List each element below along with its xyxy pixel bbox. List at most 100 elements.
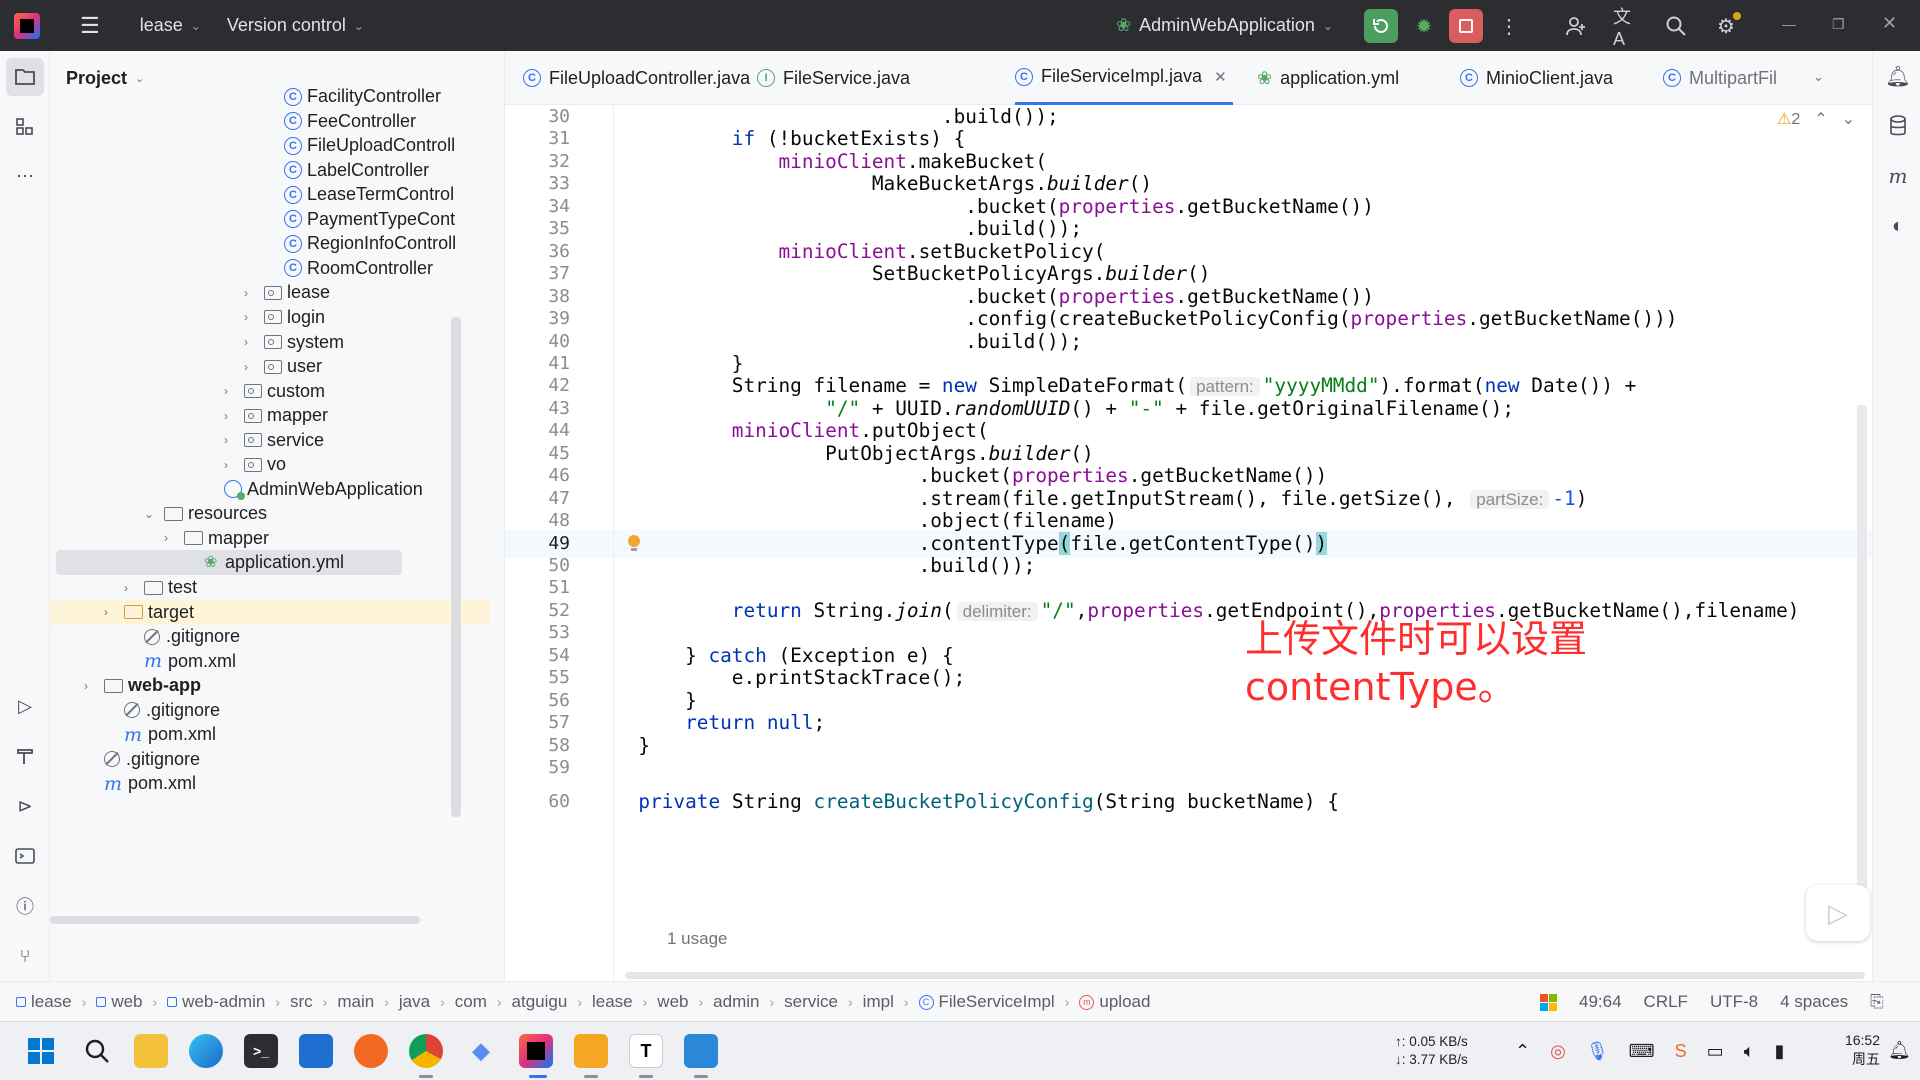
feishu-icon[interactable]: ◆ — [464, 1034, 498, 1068]
tree-item[interactable]: m pom.xml — [50, 771, 490, 796]
chevron-right-icon[interactable]: › — [244, 286, 258, 300]
breadcrumb-item[interactable]: src › — [290, 992, 337, 1012]
tree-item[interactable]: C FileUploadControll — [50, 133, 490, 158]
notification-icon[interactable]: 🔔︎ — [1888, 1040, 1911, 1061]
editor-horizontal-scrollbar[interactable] — [625, 972, 1865, 979]
typora-icon[interactable]: T — [629, 1034, 663, 1068]
tree-item[interactable]: › lease — [50, 280, 490, 305]
main-menu-icon[interactable]: ☰ — [80, 13, 100, 39]
tree-item[interactable]: › test — [50, 575, 490, 600]
project-scrollbar[interactable] — [451, 317, 461, 817]
debug-icon[interactable]: ✹ — [1411, 13, 1437, 39]
tree-item[interactable]: › login — [50, 305, 490, 330]
inspection-widget[interactable]: ⚠2 ⌃ ⌄ — [1777, 109, 1855, 129]
sogou-icon[interactable]: S — [1675, 1041, 1687, 1062]
structure-tool-icon[interactable] — [12, 114, 38, 140]
play-overlay-button[interactable]: ▷ — [1806, 885, 1870, 941]
chevron-right-icon[interactable]: › — [244, 360, 258, 374]
breadcrumb-item[interactable]: java › — [399, 992, 455, 1012]
breadcrumb-item[interactable]: main › — [337, 992, 399, 1012]
intention-bulb-icon[interactable] — [627, 534, 641, 553]
close-tab-icon[interactable]: ✕ — [1214, 68, 1227, 86]
file-explorer-icon[interactable] — [134, 1034, 168, 1068]
tree-item[interactable]: › mapper — [50, 403, 490, 428]
tab-fileservice[interactable]: I FileService.java — [757, 51, 910, 105]
battery-icon[interactable]: ▮ — [1775, 1041, 1785, 1062]
tree-item[interactable]: .gitignore — [50, 698, 490, 723]
problems-tool-icon[interactable]: ⓘ — [12, 893, 38, 919]
tree-item[interactable]: › web-app — [50, 673, 490, 698]
chevron-right-icon[interactable]: › — [224, 458, 238, 472]
indent-setting[interactable]: 4 spaces — [1780, 992, 1848, 1012]
tree-item[interactable]: m pom.xml — [50, 722, 490, 747]
tab-fileserviceimpl[interactable]: C FileServiceImpl.java ✕ — [1015, 51, 1233, 105]
chevron-right-icon[interactable]: › — [244, 310, 258, 324]
tab-application-yml[interactable]: ❀ application.yml — [1257, 51, 1399, 105]
chevron-up-icon[interactable]: ⌃ — [1515, 1041, 1530, 1062]
restore-icon[interactable]: ❐ — [1832, 16, 1845, 33]
git-tool-icon[interactable]: ⑂ — [12, 943, 38, 969]
chrome-icon[interactable] — [409, 1034, 443, 1068]
tree-item[interactable]: .gitignore — [50, 624, 490, 649]
chevron-up-icon[interactable]: ⌃ — [1814, 109, 1827, 129]
vcs-menu[interactable]: Version control ⌄ — [227, 15, 364, 36]
stop-button[interactable] — [1449, 9, 1483, 43]
tree-item[interactable]: › mapper — [50, 526, 490, 551]
tabs-more-chevron-icon[interactable]: ⌄ — [1813, 69, 1824, 85]
chevron-right-icon[interactable]: › — [164, 531, 178, 545]
breadcrumb-item[interactable]: admin › — [713, 992, 784, 1012]
windows-logo-icon[interactable] — [1540, 993, 1557, 1011]
ime-icon[interactable]: ⌨ — [1629, 1041, 1655, 1062]
app-tray-icon[interactable]: ◎ — [1550, 1041, 1566, 1062]
chevron-down-icon[interactable]: ⌄ — [1842, 109, 1855, 129]
close-window-icon[interactable]: ✕ — [1882, 13, 1897, 34]
run-tool-icon[interactable]: ▷ — [12, 693, 38, 719]
tree-item[interactable]: AdminWebApplication — [50, 477, 490, 502]
sublime-icon[interactable] — [574, 1034, 608, 1068]
tree-item[interactable]: C RegionInfoControll — [50, 231, 490, 256]
display-icon[interactable]: ▭ — [1707, 1041, 1724, 1062]
breadcrumb-item[interactable]: service › — [784, 992, 863, 1012]
chevron-right-icon[interactable]: › — [244, 335, 258, 349]
chevron-right-icon[interactable]: › — [224, 409, 238, 423]
usage-hint[interactable]: 1 usage — [667, 929, 728, 949]
intellij-logo-icon[interactable] — [14, 12, 40, 39]
system-clock[interactable]: 16:52 周五 — [1830, 1031, 1880, 1069]
chevron-right-icon[interactable]: › — [124, 581, 138, 595]
intellij-app-icon[interactable] — [519, 1034, 553, 1068]
build-tool-icon[interactable] — [12, 743, 38, 769]
tree-item[interactable]: C RoomController — [50, 256, 490, 281]
breadcrumb-item[interactable]: m upload — [1079, 992, 1150, 1012]
tab-fileuploadcontroller[interactable]: C FileUploadController.java — [523, 51, 750, 105]
tree-item[interactable]: C FeeController — [50, 109, 490, 134]
tree-item[interactable]: C FacilityController — [50, 84, 490, 109]
chevron-right-icon[interactable]: › — [84, 679, 98, 693]
run-config-selector[interactable]: ❀ AdminWebApplication ⌄ — [1116, 0, 1333, 51]
tree-item[interactable]: ❀ application.yml — [56, 550, 402, 576]
breadcrumb-item[interactable]: lease › — [16, 992, 96, 1012]
notifications-bell-icon[interactable]: 🔔︎ — [1885, 63, 1911, 89]
gradle-tool-icon[interactable]: ◐ — [1885, 213, 1911, 239]
lock-icon[interactable]: ⎘ — [1870, 992, 1884, 1012]
project-tool-icon[interactable] — [6, 58, 44, 96]
chevron-down-icon[interactable]: ⌄ — [144, 507, 158, 521]
breadcrumb-item[interactable]: impl › — [863, 992, 919, 1012]
line-separator[interactable]: CRLF — [1644, 992, 1688, 1012]
ubuntu-icon[interactable] — [354, 1034, 388, 1068]
breadcrumb-item[interactable]: C FileServiceImpl › — [918, 992, 1080, 1012]
breadcrumb-item[interactable]: com › — [455, 992, 512, 1012]
breadcrumb-item[interactable]: web › — [96, 992, 167, 1012]
breadcrumb-item[interactable]: web › — [657, 992, 713, 1012]
terminal-app-icon[interactable]: >_ — [244, 1034, 278, 1068]
tree-item[interactable]: › service — [50, 428, 490, 453]
project-horizontal-scrollbar[interactable] — [50, 916, 420, 924]
services-tool-icon[interactable]: ⊳ — [12, 793, 38, 819]
edge-browser-icon[interactable] — [189, 1034, 223, 1068]
breadcrumb-item[interactable]: atguigu › — [512, 992, 592, 1012]
store-icon[interactable] — [299, 1034, 333, 1068]
chevron-right-icon[interactable]: › — [224, 384, 238, 398]
search-icon[interactable] — [1663, 13, 1689, 39]
tree-item[interactable]: › system — [50, 330, 490, 355]
code-editor[interactable]: 30 31 32 33 34 35 36 37 38 39 40 41 42 43 44 45 46 47 48 49… — [505, 105, 1872, 981]
more-actions-icon[interactable]: ⋮ — [1496, 13, 1522, 39]
